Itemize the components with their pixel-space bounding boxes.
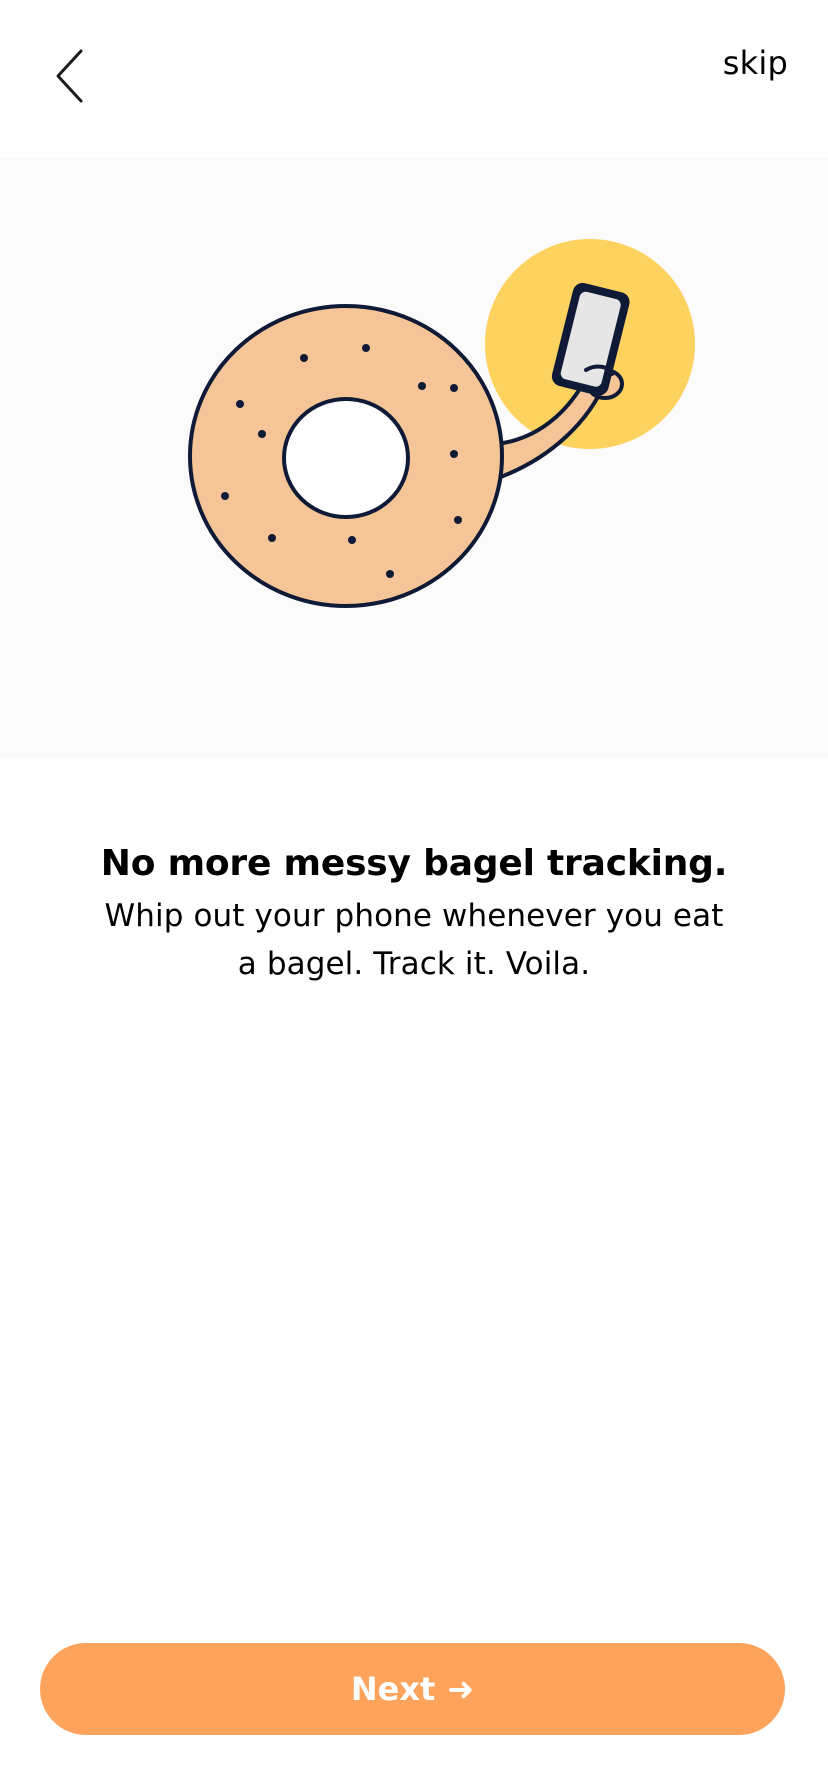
bagel-phone-illustration xyxy=(188,239,695,608)
subtitle: Whip out your phone whenever you eat a b… xyxy=(40,892,788,988)
onboarding-illustration xyxy=(0,158,828,758)
top-bar: skip xyxy=(0,0,828,158)
subtitle-line-2: a bagel. Track it. Voila. xyxy=(237,946,591,982)
next-button-label: Next xyxy=(350,1670,436,1708)
subtitle-line-1: Whip out your phone whenever you eat xyxy=(104,898,724,934)
bagel-hole xyxy=(282,397,410,519)
next-button[interactable]: Next ➜ xyxy=(40,1643,785,1735)
chevron-left-icon xyxy=(56,49,83,103)
arrow-right-icon: ➜ xyxy=(447,1670,475,1708)
headline: No more messy bagel tracking. xyxy=(100,843,728,884)
skip-button[interactable]: skip xyxy=(723,44,788,82)
back-button[interactable] xyxy=(50,46,90,106)
onboarding-text: No more messy bagel tracking. Whip out y… xyxy=(40,838,788,988)
